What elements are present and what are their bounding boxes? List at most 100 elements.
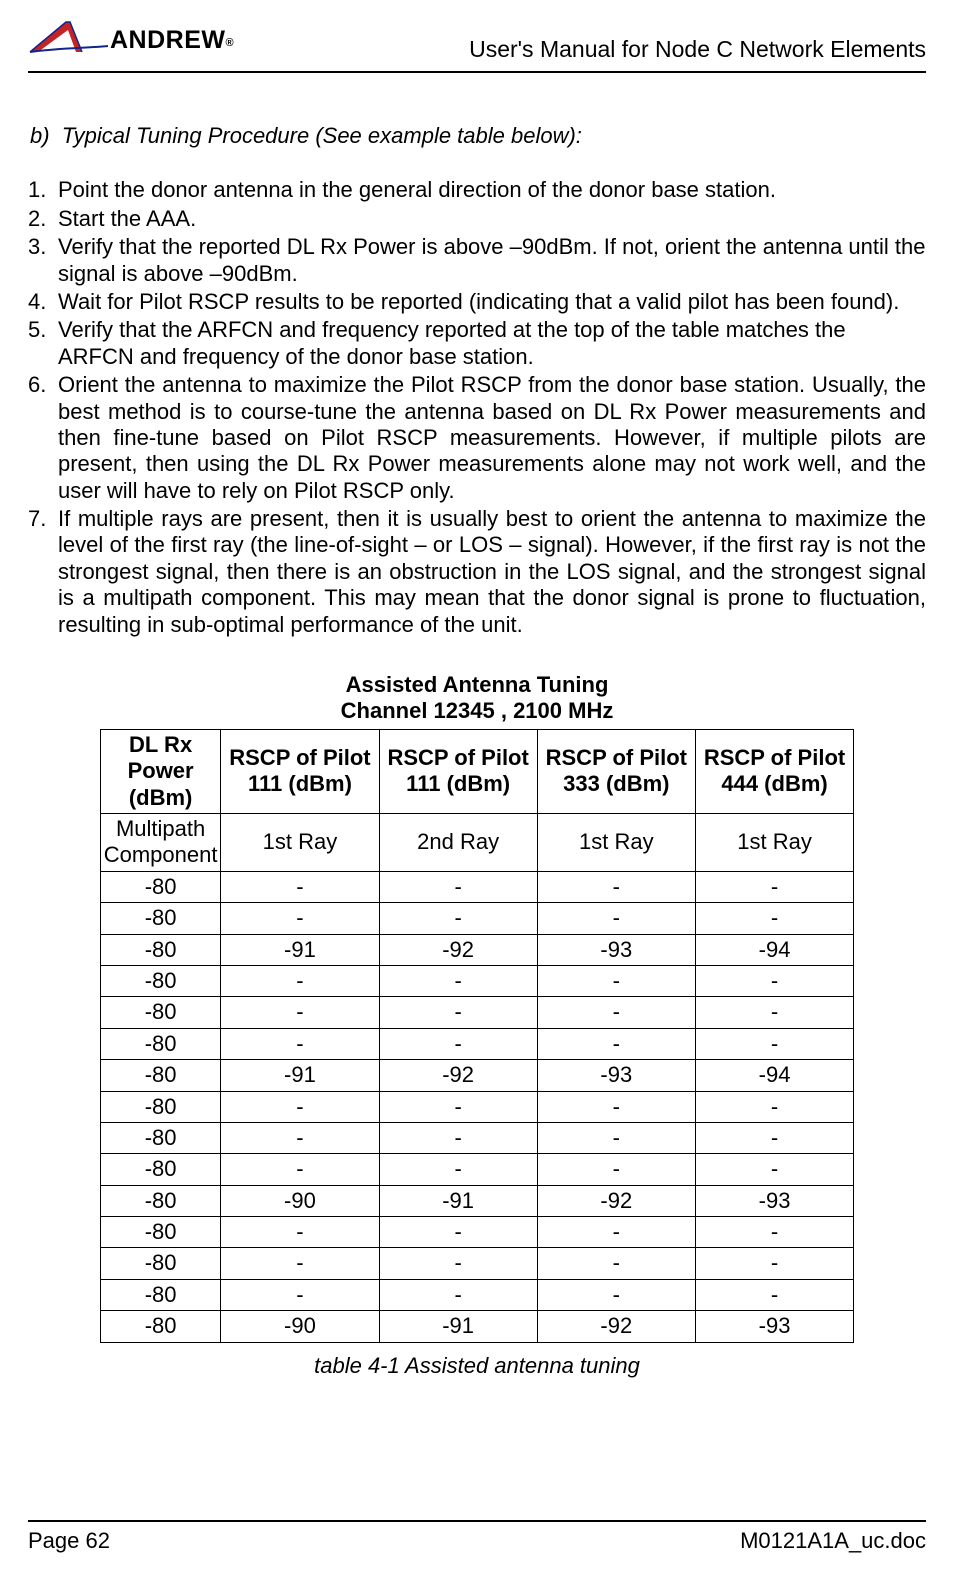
- table-cell: -: [695, 997, 853, 1028]
- table-cell: -: [379, 1028, 537, 1059]
- table-cell: -: [695, 1091, 853, 1122]
- table-cell: -94: [695, 934, 853, 965]
- section-heading: b) Typical Tuning Procedure (See example…: [28, 123, 926, 149]
- table-row: -80-91-92-93-94: [100, 1060, 853, 1091]
- table-cell: -: [537, 1279, 695, 1310]
- table-cell: 1st Ray: [695, 813, 853, 871]
- table-cell: -: [221, 1091, 379, 1122]
- table-cell: -: [221, 965, 379, 996]
- table-cell: -80: [100, 1060, 221, 1091]
- table-cell: -80: [100, 934, 221, 965]
- table-row: -80----: [100, 1028, 853, 1059]
- table-cell: -80: [100, 1091, 221, 1122]
- table-row: -80----: [100, 1217, 853, 1248]
- brand-name: ANDREW®: [110, 28, 234, 57]
- heading-prefix: b): [30, 123, 50, 148]
- doc-title: User's Manual for Node C Network Element…: [469, 36, 926, 65]
- table-cell: -: [537, 997, 695, 1028]
- step-text: Start the AAA.: [58, 206, 926, 232]
- table-cell: -: [537, 1248, 695, 1279]
- table-cell: -: [537, 871, 695, 902]
- table-cell: -: [537, 1217, 695, 1248]
- table-caption: table 4-1 Assisted antenna tuning: [28, 1353, 926, 1379]
- table-cell: -: [379, 997, 537, 1028]
- brand-logo: ANDREW®: [28, 20, 234, 65]
- table-cell: -93: [537, 934, 695, 965]
- table-row: -80----: [100, 1279, 853, 1310]
- table-cell: -: [221, 1122, 379, 1153]
- table-title-line2: Channel 12345 , 2100 MHz: [28, 698, 926, 724]
- table-row: -80-91-92-93-94: [100, 934, 853, 965]
- table-cell: -: [379, 1279, 537, 1310]
- table-header-row: DL Rx Power (dBm) RSCP of Pilot 111 (dBm…: [100, 729, 853, 813]
- list-item: 1.Point the donor antenna in the general…: [28, 177, 926, 203]
- step-number: 6.: [28, 372, 58, 504]
- table-cell: -: [695, 1028, 853, 1059]
- table-cell: -: [695, 871, 853, 902]
- table-cell: -90: [221, 1185, 379, 1216]
- step-text: Wait for Pilot RSCP results to be report…: [58, 289, 926, 315]
- list-item: 2.Start the AAA.: [28, 206, 926, 232]
- step-number: 3.: [28, 234, 58, 287]
- table-cell: -80: [100, 903, 221, 934]
- table-cell: -: [221, 1028, 379, 1059]
- table-cell: -92: [537, 1185, 695, 1216]
- table-cell: -93: [537, 1060, 695, 1091]
- table-cell: -94: [695, 1060, 853, 1091]
- table-row: -80-90-91-92-93: [100, 1185, 853, 1216]
- table-row: -80-90-91-92-93: [100, 1311, 853, 1342]
- page-number: Page 62: [28, 1528, 110, 1554]
- step-number: 4.: [28, 289, 58, 315]
- brand-text: ANDREW: [110, 26, 226, 54]
- list-item: 3.Verify that the reported DL Rx Power i…: [28, 234, 926, 287]
- col-header: RSCP of Pilot 111 (dBm): [379, 729, 537, 813]
- table-cell: -: [221, 871, 379, 902]
- table-cell: -: [379, 1091, 537, 1122]
- table-row: Multipath Component1st Ray2nd Ray1st Ray…: [100, 813, 853, 871]
- step-text: Orient the antenna to maximize the Pilot…: [58, 372, 926, 504]
- table-cell: -: [221, 903, 379, 934]
- table-cell: -: [379, 1217, 537, 1248]
- table-row: -80----: [100, 965, 853, 996]
- table-row: -80----: [100, 903, 853, 934]
- table-cell: 1st Ray: [537, 813, 695, 871]
- step-number: 1.: [28, 177, 58, 203]
- table-cell: 2nd Ray: [379, 813, 537, 871]
- table-cell: -92: [379, 934, 537, 965]
- table-cell: -: [221, 1248, 379, 1279]
- table-cell: -80: [100, 1217, 221, 1248]
- table-row: -80----: [100, 1091, 853, 1122]
- col-header: RSCP of Pilot 111 (dBm): [221, 729, 379, 813]
- table-cell: -: [695, 1122, 853, 1153]
- page-header: ANDREW® User's Manual for Node C Network…: [28, 20, 926, 73]
- table-cell: -: [221, 1154, 379, 1185]
- list-item: 6.Orient the antenna to maximize the Pil…: [28, 372, 926, 504]
- table-cell: -91: [221, 1060, 379, 1091]
- table-cell: -80: [100, 997, 221, 1028]
- page-body: b) Typical Tuning Procedure (See example…: [28, 73, 926, 1379]
- col-header: RSCP of Pilot 444 (dBm): [695, 729, 853, 813]
- table-cell: -92: [537, 1311, 695, 1342]
- col-header: RSCP of Pilot 333 (dBm): [537, 729, 695, 813]
- table-cell: -91: [379, 1185, 537, 1216]
- table-cell: -: [537, 965, 695, 996]
- table-cell: -91: [379, 1311, 537, 1342]
- table-cell: -: [379, 1154, 537, 1185]
- list-item: 4.Wait for Pilot RSCP results to be repo…: [28, 289, 926, 315]
- table-cell: -: [537, 1028, 695, 1059]
- procedure-list: 1.Point the donor antenna in the general…: [28, 177, 926, 638]
- step-number: 7.: [28, 506, 58, 638]
- list-item: 7.If multiple rays are present, then it …: [28, 506, 926, 638]
- table-cell: -: [379, 1122, 537, 1153]
- table-cell: -80: [100, 1279, 221, 1310]
- step-text: Verify that the reported DL Rx Power is …: [58, 234, 926, 287]
- table-cell: -: [379, 1248, 537, 1279]
- table-cell: 1st Ray: [221, 813, 379, 871]
- tuning-table: DL Rx Power (dBm) RSCP of Pilot 111 (dBm…: [100, 729, 854, 1343]
- table-cell: -: [221, 1279, 379, 1310]
- table-cell: -93: [695, 1311, 853, 1342]
- step-text: Point the donor antenna in the general d…: [58, 177, 926, 203]
- table-cell: -: [695, 903, 853, 934]
- table-cell: -: [379, 871, 537, 902]
- table-cell: -: [695, 1279, 853, 1310]
